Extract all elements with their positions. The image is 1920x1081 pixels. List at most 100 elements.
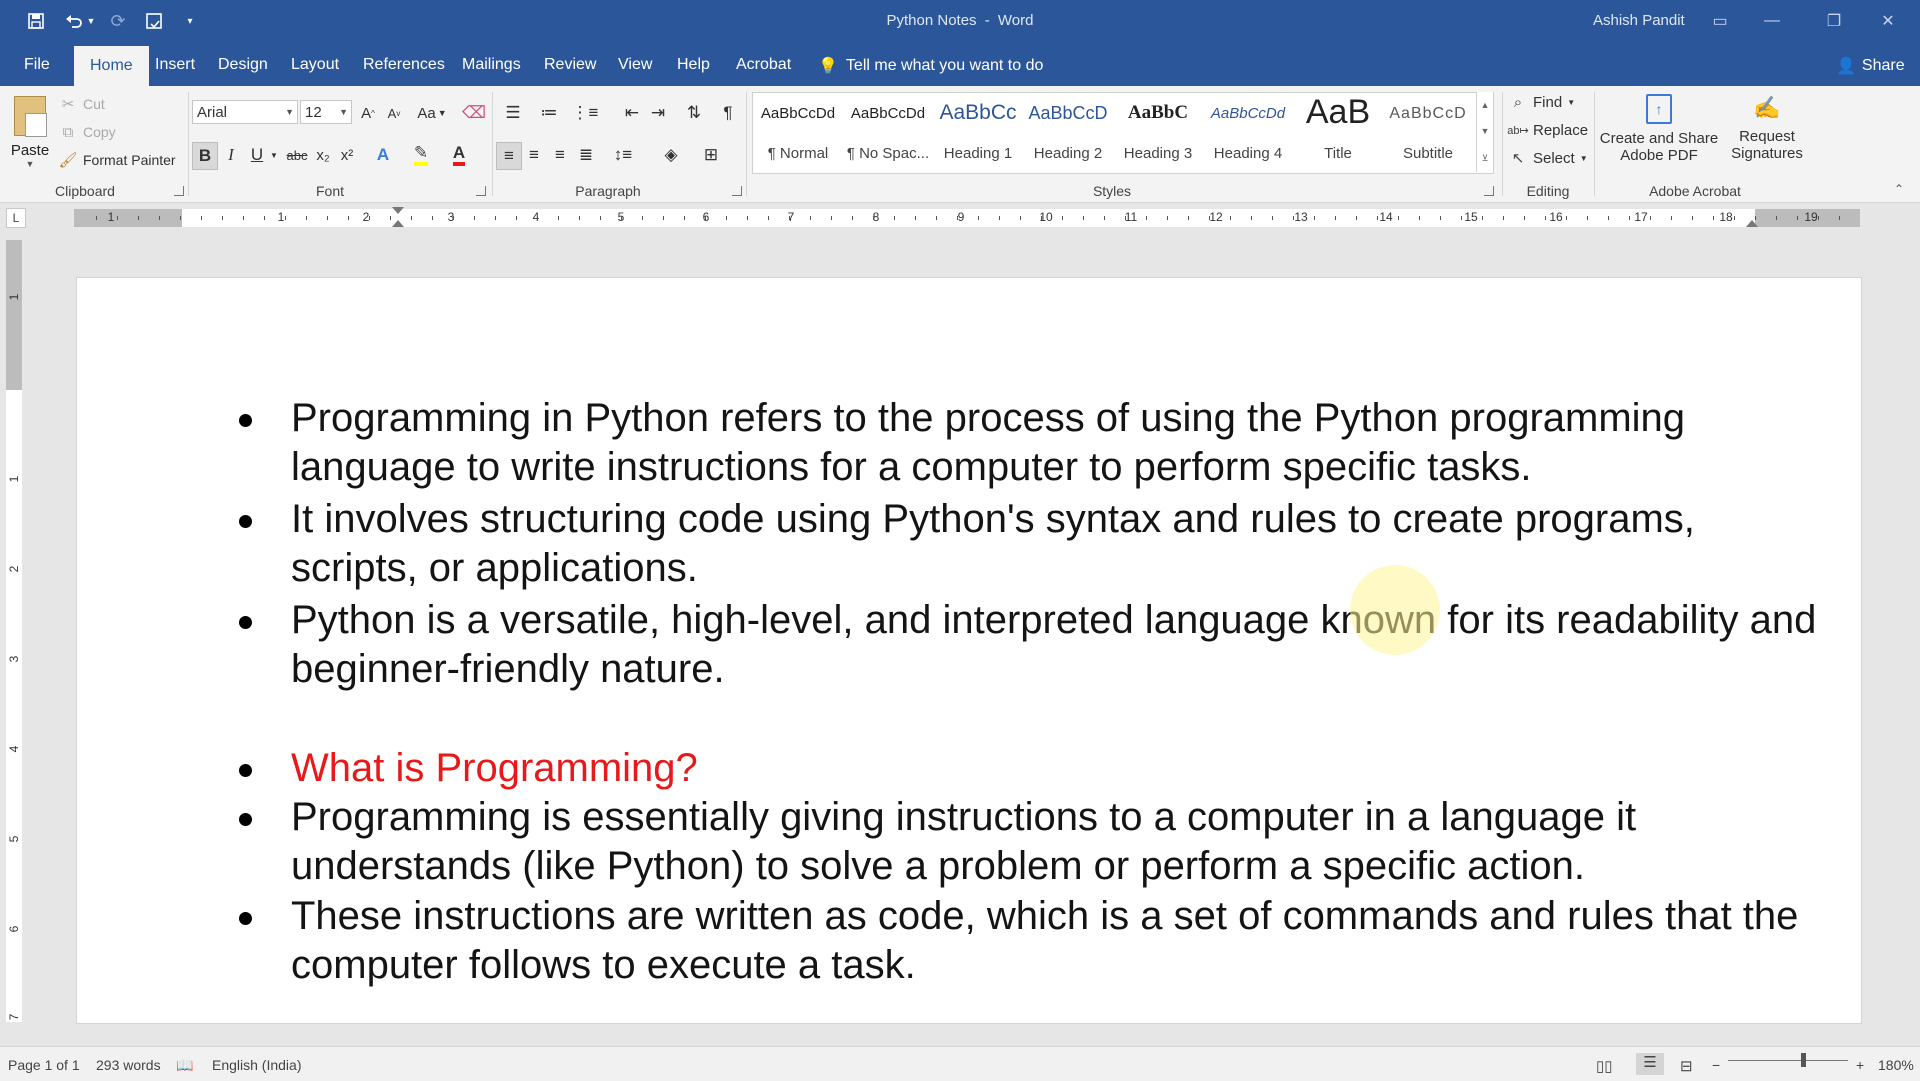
read-mode-icon[interactable]: ▯▯: [1596, 1057, 1613, 1075]
zoom-in-icon[interactable]: +: [1856, 1057, 1864, 1073]
style-subtitle[interactable]: AaBbCcD Subtitle: [1383, 93, 1473, 173]
clipboard-dialog-launcher-icon[interactable]: [174, 186, 184, 196]
collapse-ribbon-icon[interactable]: ⌃: [1894, 182, 1904, 196]
tab-design[interactable]: Design: [218, 56, 268, 74]
clear-formatting-icon[interactable]: ⌫: [462, 100, 486, 126]
find-button[interactable]: ⌕ Find ▼: [1508, 92, 1575, 112]
style-heading-1[interactable]: AaBbCc Heading 1: [933, 93, 1023, 173]
sort-icon[interactable]: ⇅: [682, 100, 706, 126]
bullets-icon[interactable]: ☰: [498, 100, 528, 126]
zoom-slider[interactable]: [1728, 1060, 1848, 1061]
list-item-text[interactable]: It involves structuring code using Pytho…: [291, 495, 1831, 593]
restore-icon[interactable]: ❐: [1814, 8, 1854, 34]
format-painter-button[interactable]: 🖌 Format Painter: [58, 150, 175, 170]
tab-layout[interactable]: Layout: [291, 56, 339, 74]
tell-me-search[interactable]: 💡 Tell me what you want to do: [818, 56, 1043, 76]
ruler-tick: [789, 216, 790, 220]
proofing-icon[interactable]: 📖: [176, 1057, 193, 1074]
more-styles-icon[interactable]: ⊻: [1482, 153, 1489, 164]
font-name-dropdown[interactable]: Arial ▼: [192, 100, 298, 124]
style-heading-2[interactable]: AaBbCcD Heading 2: [1023, 93, 1113, 173]
borders-icon[interactable]: ⊞: [696, 142, 726, 168]
language-indicator[interactable]: English (India): [212, 1057, 302, 1073]
print-layout-icon[interactable]: ☰: [1636, 1053, 1664, 1075]
select-button[interactable]: ↖ Select ▼: [1508, 148, 1588, 168]
list-item-text[interactable]: Python is a versatile, high-level, and i…: [291, 596, 1831, 694]
style-heading-4[interactable]: AaBbCcDd Heading 4: [1203, 93, 1293, 173]
chevron-down-icon[interactable]: ▼: [1481, 126, 1490, 136]
align-center-icon[interactable]: ≡: [522, 142, 546, 168]
tab-view[interactable]: View: [618, 56, 652, 74]
shading-icon[interactable]: ◈: [656, 142, 686, 168]
cut-button[interactable]: ✂ Cut: [58, 94, 105, 114]
font-dialog-launcher-icon[interactable]: [476, 186, 486, 196]
tab-mailings[interactable]: Mailings: [462, 56, 521, 74]
align-left-icon[interactable]: ≡: [496, 142, 522, 170]
hanging-indent-marker[interactable]: [392, 220, 404, 227]
superscript-button[interactable]: x²: [336, 142, 358, 168]
italic-button[interactable]: I: [220, 142, 242, 168]
font-size-dropdown[interactable]: 12 ▼: [300, 100, 352, 124]
word-count[interactable]: 293 words: [96, 1057, 161, 1073]
replace-button[interactable]: ab↦ Replace: [1507, 120, 1588, 140]
change-case-button[interactable]: Aa ▼: [414, 100, 450, 126]
grow-font-icon[interactable]: A ^: [356, 100, 380, 126]
tab-references[interactable]: References: [363, 56, 445, 74]
tab-review[interactable]: Review: [544, 56, 596, 74]
document-page[interactable]: Programming in Python refers to the proc…: [76, 277, 1862, 1024]
increase-indent-icon[interactable]: ⇥: [646, 100, 670, 126]
minimize-icon[interactable]: —: [1752, 8, 1792, 34]
styles-gallery-scroll[interactable]: ▲ ▼ ⊻: [1476, 92, 1493, 172]
tab-home[interactable]: Home: [74, 46, 149, 86]
zoom-out-icon[interactable]: −: [1712, 1057, 1720, 1073]
create-share-pdf-button[interactable]: ↑ Create and Share Adobe PDF: [1598, 92, 1720, 164]
right-indent-marker[interactable]: [1746, 220, 1758, 227]
first-line-indent-marker[interactable]: [392, 207, 404, 214]
bold-button[interactable]: B: [192, 142, 218, 170]
tab-help[interactable]: Help: [677, 56, 710, 74]
list-item-text[interactable]: These instructions are written as code, …: [291, 892, 1831, 990]
tab-selector[interactable]: L: [6, 208, 26, 228]
highlight-icon[interactable]: ✎: [410, 142, 432, 168]
shrink-font-icon[interactable]: Av: [382, 100, 406, 126]
line-spacing-icon[interactable]: ↕≡: [608, 142, 638, 168]
style-title[interactable]: AaB Title: [1293, 93, 1383, 173]
list-item-text[interactable]: Programming is essentially giving instru…: [291, 793, 1831, 891]
justify-icon[interactable]: ≣: [574, 142, 598, 168]
strikethrough-button[interactable]: abc: [284, 142, 310, 168]
styles-dialog-launcher-icon[interactable]: [1484, 186, 1494, 196]
web-layout-icon[interactable]: ⊟: [1680, 1057, 1693, 1075]
align-right-icon[interactable]: ≡: [548, 142, 572, 168]
chevron-up-icon[interactable]: ▲: [1481, 100, 1490, 110]
zoom-level[interactable]: 180%: [1878, 1057, 1914, 1073]
page-count[interactable]: Page 1 of 1: [8, 1057, 80, 1073]
multilevel-list-icon[interactable]: ⋮≡: [570, 100, 600, 126]
font-color-icon[interactable]: A: [448, 142, 470, 168]
style-normal[interactable]: AaBbCcDd ¶ Normal: [753, 93, 843, 173]
ruler-tick: [1083, 216, 1084, 220]
subscript-button[interactable]: x₂: [312, 142, 334, 168]
numbering-icon[interactable]: ≔: [534, 100, 564, 126]
section-heading-text[interactable]: What is Programming?: [291, 744, 1831, 793]
chevron-down-icon[interactable]: ▼: [268, 142, 280, 168]
tab-acrobat[interactable]: Acrobat: [736, 56, 791, 74]
list-item-text[interactable]: Programming in Python refers to the proc…: [291, 394, 1831, 492]
zoom-slider-thumb[interactable]: [1801, 1053, 1806, 1067]
share-button[interactable]: 👤 Share: [1836, 56, 1905, 76]
user-name[interactable]: Ashish Pandit: [1593, 12, 1685, 29]
ribbon-display-options-icon[interactable]: ▭: [1700, 8, 1740, 34]
decrease-indent-icon[interactable]: ⇤: [620, 100, 644, 126]
tab-insert[interactable]: Insert: [155, 56, 195, 74]
style-heading-3[interactable]: AaBbC Heading 3: [1113, 93, 1203, 173]
text-effects-icon[interactable]: A: [372, 142, 394, 168]
close-icon[interactable]: ✕: [1868, 8, 1908, 34]
show-formatting-marks-icon[interactable]: ¶: [716, 100, 740, 126]
font-group-label: Font: [315, 183, 344, 199]
tab-file[interactable]: File: [24, 56, 50, 74]
paste-button[interactable]: Paste ▼: [10, 92, 50, 182]
request-signatures-button[interactable]: ✍ Request Signatures: [1722, 92, 1812, 162]
copy-button[interactable]: ⧉ Copy: [58, 122, 116, 142]
paragraph-dialog-launcher-icon[interactable]: [732, 186, 742, 196]
style-no-spacing[interactable]: AaBbCcDd ¶ No Spac...: [843, 93, 933, 173]
underline-button[interactable]: U: [246, 142, 268, 168]
